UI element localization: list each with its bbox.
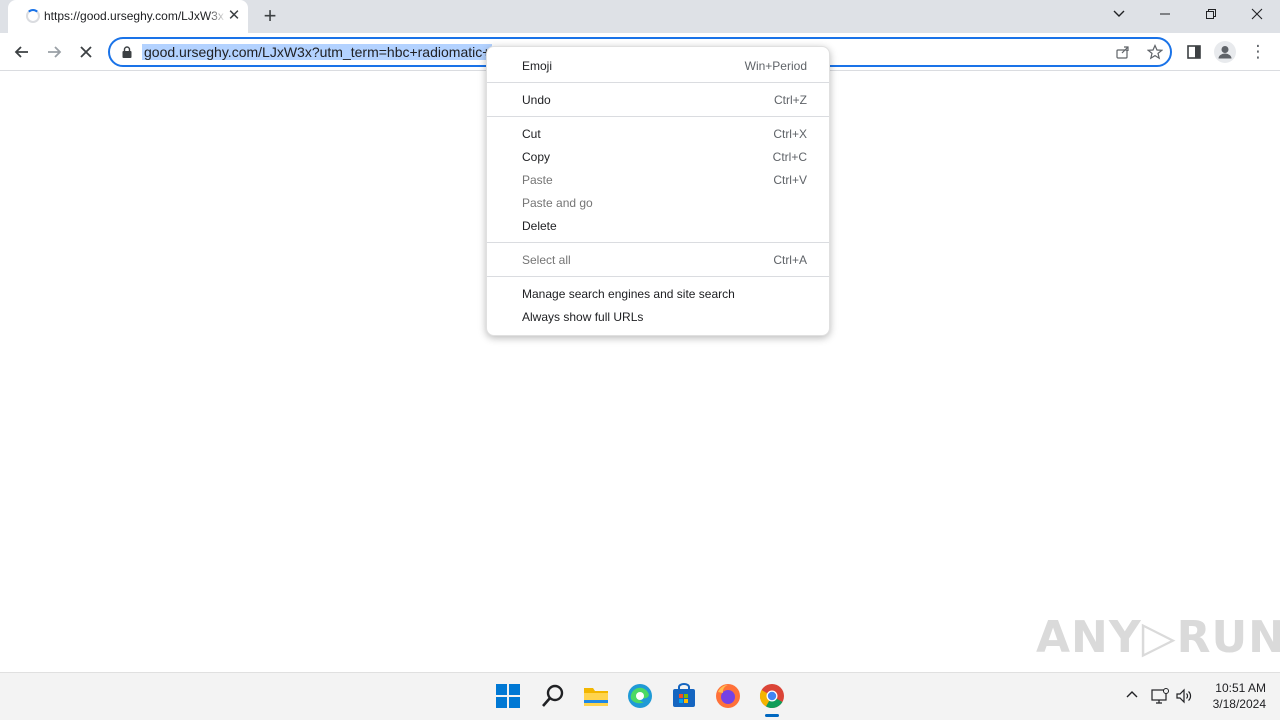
menu-divider [487,82,829,83]
tab-title: https://good.urseghy.com/LJxW3x [44,9,226,23]
file-explorer-icon[interactable] [583,683,611,711]
windows-start-icon[interactable] [495,683,523,711]
lock-icon[interactable] [120,45,134,59]
edge-icon[interactable] [627,683,655,711]
menu-divider [487,276,829,277]
menu-divider [487,242,829,243]
chrome-icon[interactable] [759,683,787,717]
menu-item-select-all[interactable]: Select all Ctrl+A [487,249,829,271]
tab-strip: https://good.urseghy.com/LJxW3x ✕ + [0,0,1280,33]
menu-item-copy[interactable]: Copy Ctrl+C [487,146,829,168]
back-button[interactable] [10,40,34,64]
menu-item-delete[interactable]: Delete [487,215,829,237]
bookmark-star-icon[interactable] [1146,44,1164,62]
forward-button[interactable] [42,40,66,64]
taskbar: 10:51 AM 3/18/2024 [0,672,1280,720]
url-text[interactable]: good.urseghy.com/LJxW3x?utm_term=hbc+rad… [142,44,493,60]
side-panel-icon[interactable] [1182,40,1206,64]
menu-item-always-show-full-urls[interactable]: Always show full URLs [487,306,829,328]
menu-item-cut[interactable]: Cut Ctrl+X [487,123,829,145]
clock-date: 3/18/2024 [1212,697,1266,711]
menu-item-paste[interactable]: Paste Ctrl+V [487,169,829,191]
firefox-icon[interactable] [715,683,743,711]
menu-item-paste-and-go[interactable]: Paste and go [487,192,829,214]
menu-item-manage-search-engines[interactable]: Manage search engines and site search [487,283,829,305]
tab-close-icon[interactable]: ✕ [226,8,242,24]
network-icon[interactable] [1150,687,1170,707]
close-window-button[interactable] [1245,4,1269,26]
search-icon[interactable] [540,683,568,711]
clock-time: 10:51 AM [1215,681,1266,695]
tab-active[interactable]: https://good.urseghy.com/LJxW3x ✕ [8,0,248,33]
new-tab-button[interactable]: + [258,5,282,29]
loading-spinner-icon [26,9,40,23]
stop-loading-button[interactable] [74,40,98,64]
profile-avatar[interactable] [1214,41,1236,63]
system-clock[interactable]: 10:51 AM 3/18/2024 [1196,680,1266,712]
anyrun-watermark: ANY▷RUN [1036,612,1280,663]
volume-icon[interactable] [1174,687,1194,707]
context-menu: Emoji Win+Period Undo Ctrl+Z Cut Ctrl+X … [486,46,830,336]
browser-menu-icon[interactable]: ⋮ [1246,40,1270,64]
store-icon[interactable] [671,683,699,711]
menu-item-undo[interactable]: Undo Ctrl+Z [487,89,829,111]
share-icon[interactable] [1114,44,1132,62]
tray-chevron-icon[interactable] [1122,687,1142,707]
restore-button[interactable] [1199,4,1223,26]
tab-search-dropdown-icon[interactable] [1107,4,1131,26]
menu-divider [487,116,829,117]
active-app-indicator [765,714,779,717]
minimize-button[interactable] [1153,4,1177,26]
menu-item-emoji[interactable]: Emoji Win+Period [487,55,829,77]
